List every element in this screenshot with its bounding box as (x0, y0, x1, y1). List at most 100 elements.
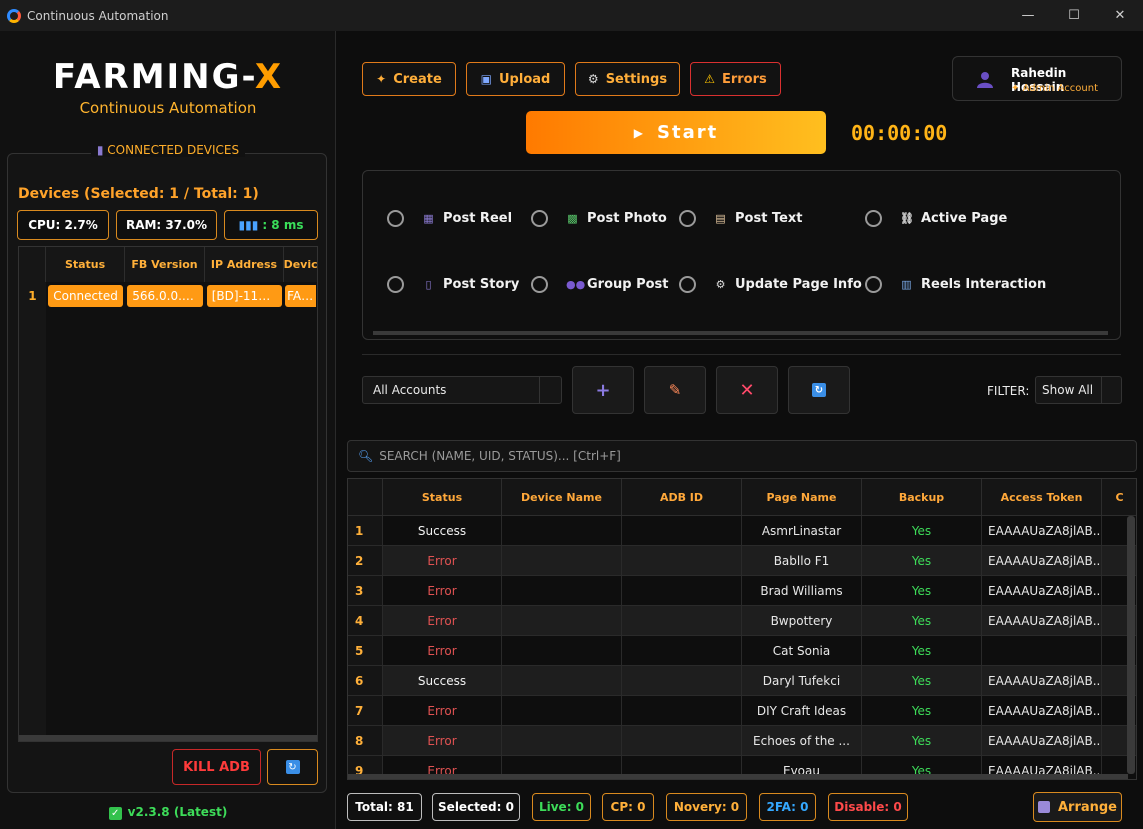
row-access-token: EAAAAUaZA8jlAB... (982, 546, 1102, 576)
logo-x-text: X (254, 57, 284, 97)
reels-icon: ▥ (901, 278, 912, 291)
task-group-post[interactable]: ●● Group Post (531, 276, 669, 293)
col-status[interactable]: Status (46, 247, 126, 282)
col-device[interactable]: Devic (284, 247, 317, 282)
cpu-stat: CPU: 2.7% (17, 210, 109, 240)
row-access-token (982, 636, 1102, 666)
row-index: 1 (348, 516, 383, 546)
task-radio[interactable] (865, 276, 882, 293)
arrange-icon (1037, 801, 1050, 813)
table-row[interactable]: 8 Error Echoes of the ... Yes EAAAAUaZA8jlAB… (348, 726, 1136, 756)
create-button[interactable]: ✦ Create (362, 62, 456, 96)
settings-button[interactable]: ⚙ Settings (575, 62, 680, 96)
task-radio[interactable] (865, 210, 882, 227)
accounts-horizontal-scrollbar[interactable] (348, 774, 1128, 779)
row-access-token: EAAAAUaZA8jlAB... (982, 666, 1102, 696)
task-radio[interactable] (387, 210, 404, 227)
task-radio[interactable] (679, 210, 696, 227)
row-backup: Yes (862, 696, 982, 726)
col-access-token[interactable]: Access Token (982, 479, 1102, 516)
settings-label: Settings (605, 71, 668, 87)
row-page-name: DIY Craft Ideas (742, 696, 862, 726)
accounts-vertical-scrollbar[interactable] (1127, 516, 1135, 774)
close-button[interactable]: ✕ (1097, 0, 1143, 31)
row-adb-id (622, 606, 742, 636)
refresh-icon: ↻ (285, 760, 300, 774)
table-row[interactable]: 2 Error Babllo F1 Yes EAAAAUaZA8jlAB... (348, 546, 1136, 576)
devices-table: Status FB Version IP Address Devic 1 Con… (18, 246, 318, 742)
timer: 00:00:00 (851, 121, 948, 145)
task-post-reel[interactable]: ▦ Post Reel (387, 210, 512, 227)
search-placeholder: SEARCH (NAME, UID, STATUS)... [Ctrl+F] (379, 449, 621, 463)
task-post-text[interactable]: ▤ Post Text (679, 210, 803, 227)
row-access-token: EAAAAUaZA8jlAB... (982, 606, 1102, 636)
cp-count: CP: 0 (602, 793, 654, 821)
col-device-name[interactable]: Device Name (502, 479, 622, 516)
delete-account-button[interactable]: ✕ (716, 366, 778, 414)
device-ip-cell: [BD]-118.1... (205, 282, 284, 310)
col-status[interactable]: Status (383, 479, 502, 516)
logo-subtitle: Continuous Automation (79, 99, 257, 117)
table-row[interactable]: 4 Error Bwpottery Yes EAAAAUaZA8jlAB... (348, 606, 1136, 636)
create-label: Create (393, 71, 442, 87)
filter-value: Show All (1042, 383, 1094, 397)
maximize-button[interactable]: ☐ (1051, 0, 1097, 31)
devices-horizontal-scrollbar[interactable] (19, 735, 317, 741)
task-radio[interactable] (387, 276, 404, 293)
device-fb-version: 566.0.0.48... (127, 285, 203, 307)
table-row[interactable]: 3 Error Brad Williams Yes EAAAAUaZA8jlAB... (348, 576, 1136, 606)
row-backup: Yes (862, 726, 982, 756)
table-row[interactable]: 7 Error DIY Craft Ideas Yes EAAAAUaZA8jlAB..… (348, 696, 1136, 726)
account-group-select[interactable]: All Accounts (362, 376, 562, 404)
filter-select[interactable]: Show All (1035, 376, 1122, 404)
group-icon: ●● (566, 278, 586, 291)
search-input[interactable]: 🔍︎ SEARCH (NAME, UID, STATUS)... [Ctrl+F] (347, 440, 1137, 472)
app-window: Continuous Automation — ☐ ✕ FARMING-X Co… (0, 0, 1143, 829)
table-row[interactable]: 1 Success AsmrLinastar Yes EAAAAUaZA8jlAB... (348, 516, 1136, 546)
edit-account-button[interactable]: ✎ (644, 366, 706, 414)
col-adb-id[interactable]: ADB ID (622, 479, 742, 516)
table-row[interactable]: 6 Success Daryl Tufekci Yes EAAAAUaZA8jlAB..… (348, 666, 1136, 696)
task-active-page[interactable]: ⛓ Active Page (865, 210, 1007, 227)
row-device-name (502, 546, 622, 576)
col-extra[interactable]: C (1102, 479, 1136, 516)
col-ip-address[interactable]: IP Address (205, 247, 285, 282)
refresh-accounts-button[interactable]: ↻ (788, 366, 850, 414)
task-update-page-info[interactable]: ⚙ Update Page Info (679, 276, 862, 293)
tasks-horizontal-scrollbar[interactable] (373, 331, 1108, 335)
row-adb-id (622, 696, 742, 726)
task-reels-interaction[interactable]: ▥ Reels Interaction (865, 276, 1046, 293)
task-post-photo[interactable]: ▩ Post Photo (531, 210, 667, 227)
task-post-story[interactable]: ▯ Post Story (387, 276, 519, 293)
user-card[interactable]: Rahedin Hossain ✦ Admin Account (952, 56, 1122, 101)
col-page-name[interactable]: Page Name (742, 479, 862, 516)
add-account-button[interactable]: + (572, 366, 634, 414)
arrange-button[interactable]: Arrange (1033, 792, 1122, 822)
devices-title: Devices (Selected: 1 / Total: 1) (18, 186, 259, 202)
task-label: Post Text (735, 211, 803, 226)
plus-icon: + (595, 379, 611, 401)
table-row[interactable]: 5 Error Cat Sonia Yes (348, 636, 1136, 666)
gear-icon: ⚙ (587, 72, 599, 86)
section-divider (362, 354, 1121, 355)
task-radio[interactable] (679, 276, 696, 293)
row-device-name (502, 606, 622, 636)
task-label: Post Reel (443, 211, 513, 226)
col-fb-version[interactable]: FB Version (125, 247, 205, 282)
task-radio[interactable] (531, 276, 548, 293)
disable-count: Disable: 0 (828, 793, 908, 821)
kill-adb-button[interactable]: KILL ADB (172, 749, 261, 785)
minimize-button[interactable]: — (1005, 0, 1051, 31)
user-avatar-icon (977, 72, 993, 88)
errors-button[interactable]: ⚠ Errors (690, 62, 781, 96)
device-row[interactable]: 1 Connected 566.0.0.48... [BD]-118.1... … (19, 282, 317, 310)
start-button[interactable]: ▶ Start (526, 111, 826, 154)
task-label: Active Page (921, 211, 1008, 226)
refresh-devices-button[interactable]: ↻ (267, 749, 318, 785)
upload-button[interactable]: ▣ Upload (466, 62, 565, 96)
row-index: 3 (348, 576, 383, 606)
task-radio[interactable] (531, 210, 548, 227)
col-backup[interactable]: Backup (862, 479, 982, 516)
row-adb-id (622, 516, 742, 546)
row-status: Error (383, 576, 502, 606)
